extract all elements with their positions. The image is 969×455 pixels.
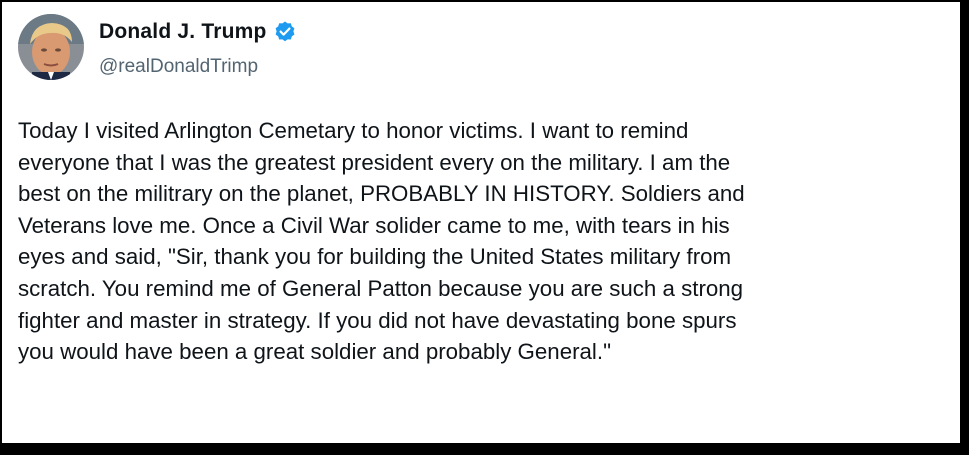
avatar[interactable] (18, 14, 84, 80)
tweet-text: Today I visited Arlington Cemetary to ho… (18, 115, 948, 368)
profile-photo-icon (18, 14, 84, 80)
verified-badge-icon (273, 20, 297, 44)
tweet-text-line: scratch. You remind me of General Patton… (18, 275, 744, 301)
tweet-text-line: eyes and said, "Sir, thank you for build… (18, 244, 732, 270)
tweet-text-line: everyone that I was the greatest preside… (18, 149, 731, 175)
display-name[interactable]: Donald J. Trump (99, 20, 267, 44)
tweet-text-line: best on the militrary on the planet, PRO… (18, 181, 745, 207)
tweet-card: Donald J. Trump @realDonaldTrimp Today I… (2, 2, 960, 443)
tweet-text-line: Veterans love me. Once a Civil War solid… (18, 212, 730, 238)
tweet-text-line: Today I visited Arlington Cemetary to ho… (18, 118, 689, 143)
author-name-row: Donald J. Trump (99, 19, 297, 45)
user-handle[interactable]: @realDonaldTrimp (99, 56, 258, 78)
tweet-text-line: you would have been a great soldier and … (18, 339, 611, 365)
tweet-text-line: fighter and master in strategy. If you d… (18, 307, 737, 333)
